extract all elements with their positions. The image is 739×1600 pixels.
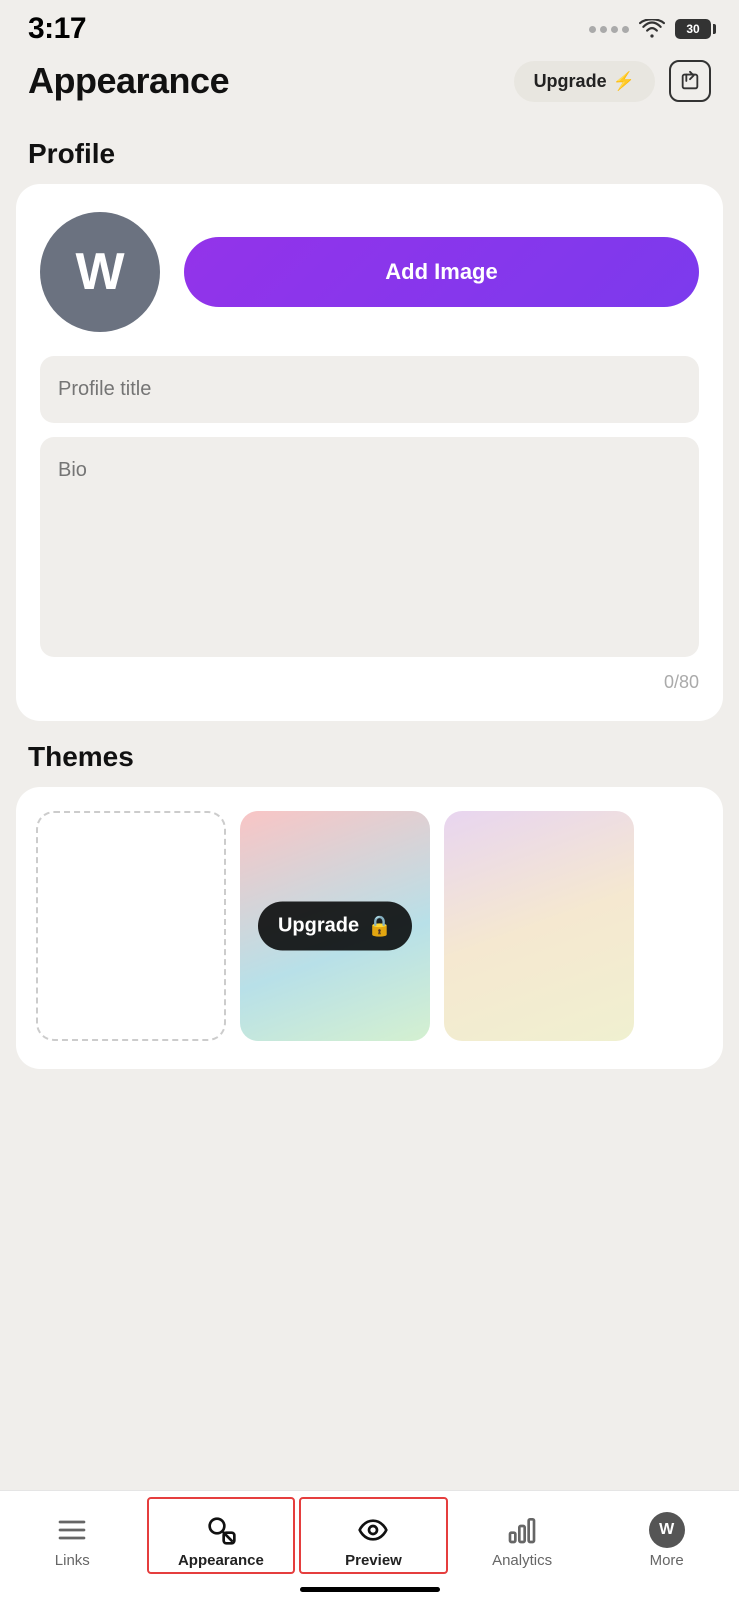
- profile-title-input[interactable]: [40, 356, 699, 423]
- avatar: W: [40, 212, 160, 332]
- bio-input[interactable]: [40, 437, 699, 657]
- home-indicator: [300, 1587, 440, 1592]
- status-time: 3:17: [28, 12, 86, 46]
- bottom-nav: Links Appearance Preview: [0, 1490, 739, 1600]
- profile-card: W Add Image 0/80: [16, 184, 723, 721]
- theme-item-default[interactable]: [36, 811, 226, 1041]
- themes-card: Upgrade 🔒: [16, 787, 723, 1069]
- bolt-icon: ⚡: [613, 71, 635, 92]
- theme-item-pastel[interactable]: [444, 811, 634, 1041]
- nav-item-preview[interactable]: Preview: [299, 1497, 448, 1574]
- nav-item-links[interactable]: Links: [0, 1491, 145, 1580]
- avatar-letter: W: [75, 242, 124, 302]
- upgrade-button[interactable]: Upgrade ⚡: [514, 61, 655, 102]
- signal-dots-icon: [589, 26, 629, 33]
- nav-label-analytics: Analytics: [492, 1552, 552, 1569]
- nav-label-more: More: [650, 1552, 684, 1569]
- battery-icon: 30: [675, 19, 711, 39]
- page-title: Appearance: [28, 60, 229, 102]
- nav-label-preview: Preview: [345, 1552, 402, 1569]
- lock-icon: 🔒: [367, 914, 392, 939]
- themes-row: Upgrade 🔒: [36, 811, 703, 1045]
- add-image-button[interactable]: Add Image: [184, 237, 699, 307]
- nav-item-appearance[interactable]: Appearance: [147, 1497, 296, 1574]
- analytics-icon: [504, 1512, 540, 1548]
- upgrade-label: Upgrade: [534, 71, 607, 92]
- upgrade-overlay: Upgrade 🔒: [258, 902, 412, 951]
- upgrade-overlay-text: Upgrade: [278, 915, 359, 938]
- themes-section-title: Themes: [0, 721, 739, 787]
- appearance-icon: [203, 1512, 239, 1548]
- wifi-icon: [639, 19, 665, 39]
- char-count: 0/80: [40, 672, 699, 693]
- profile-section-title: Profile: [0, 118, 739, 184]
- nav-label-appearance: Appearance: [178, 1552, 264, 1569]
- nav-label-links: Links: [55, 1552, 90, 1569]
- share-button[interactable]: [669, 60, 711, 102]
- preview-icon: [355, 1512, 391, 1548]
- status-icons: 30: [589, 19, 711, 39]
- header-actions: Upgrade ⚡: [514, 60, 711, 102]
- profile-image-row: W Add Image: [40, 212, 699, 332]
- links-icon: [54, 1512, 90, 1548]
- nav-item-more[interactable]: W More: [594, 1491, 739, 1580]
- nav-item-analytics[interactable]: Analytics: [450, 1491, 595, 1580]
- header: Appearance Upgrade ⚡: [0, 52, 739, 118]
- theme-item-pink[interactable]: Upgrade 🔒: [240, 811, 430, 1041]
- status-bar: 3:17 30: [0, 0, 739, 52]
- nav-avatar: W: [649, 1512, 685, 1548]
